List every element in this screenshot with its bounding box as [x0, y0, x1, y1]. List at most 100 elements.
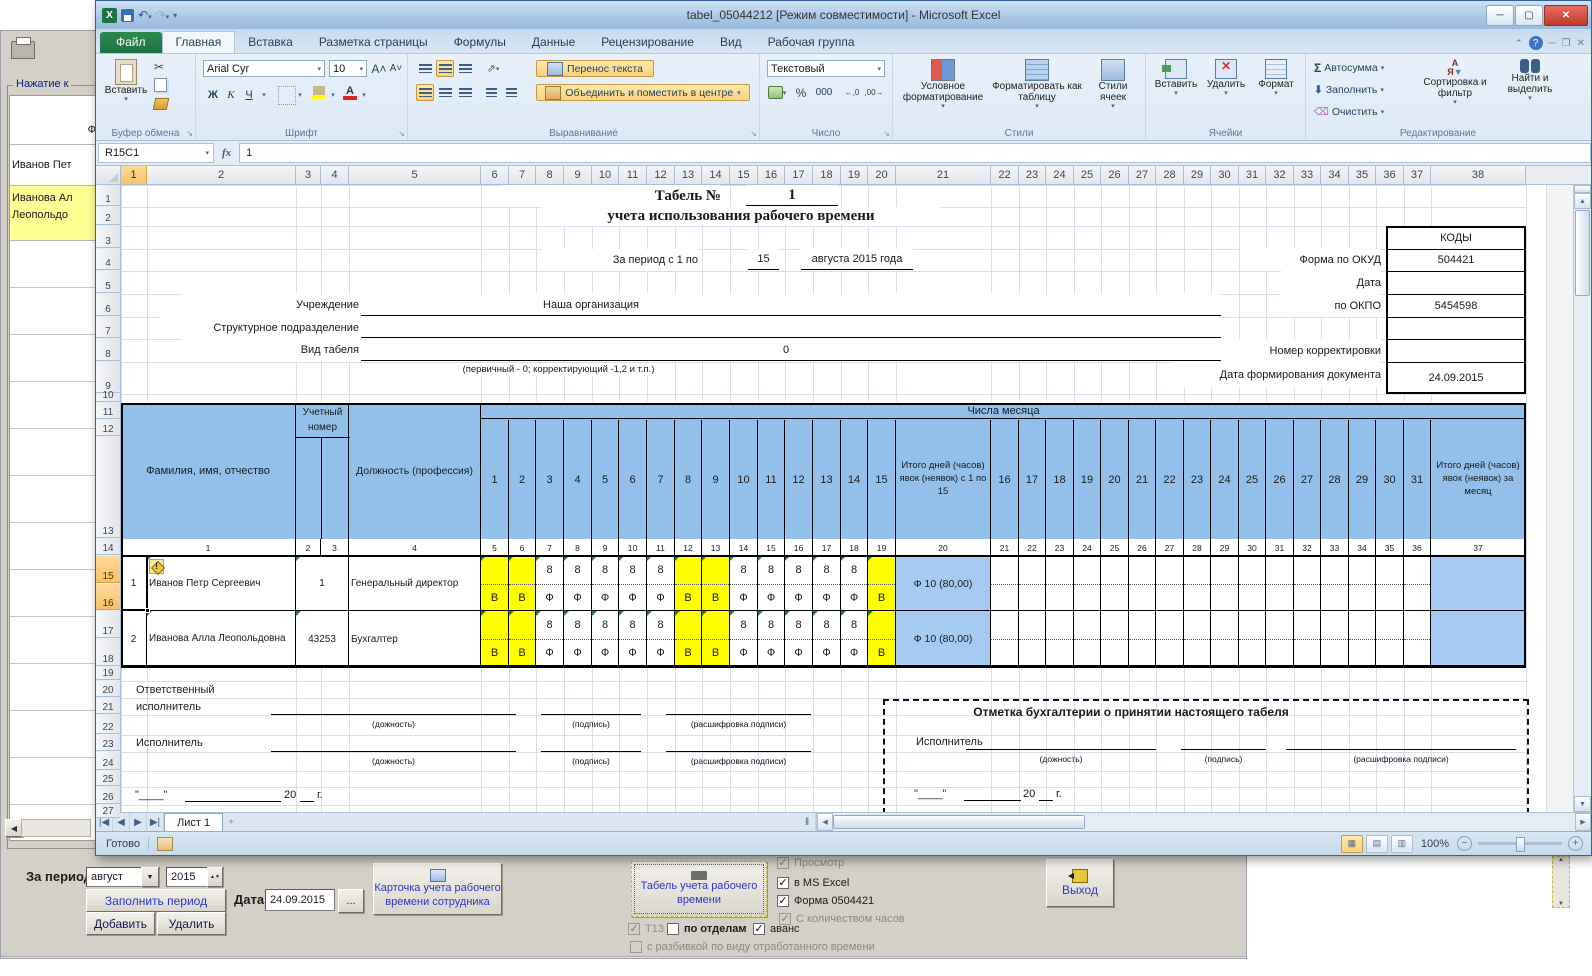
next-sheet-icon[interactable]: ▶ — [130, 813, 147, 831]
day-cell-15[interactable]: В — [868, 556, 896, 611]
column-header-7[interactable]: 7 — [509, 166, 536, 184]
font-color-dropdown[interactable]: ▾ — [360, 86, 368, 103]
header-day-26[interactable]: 26 — [1266, 420, 1294, 539]
font-family-combo[interactable]: Arial Cyr▾ — [203, 60, 325, 77]
column-header-2[interactable]: 2 — [147, 166, 296, 184]
align-top-icon[interactable] — [416, 60, 434, 77]
day-cell-empty[interactable] — [991, 556, 1019, 611]
column-header-26[interactable]: 26 — [1101, 166, 1129, 184]
num-day[interactable]: 34 — [1349, 539, 1376, 556]
header-day-1[interactable]: 1 — [481, 420, 509, 539]
column-header-38[interactable]: 38 — [1431, 166, 1526, 184]
accounting-exec-label[interactable]: Исполнитель — [916, 734, 1036, 749]
row-header-4[interactable]: 4 — [96, 249, 120, 270]
checkbox-avans[interactable]: ✓аванс — [753, 923, 800, 935]
header-day-28[interactable]: 28 — [1321, 420, 1349, 539]
day-cell-14[interactable]: 8Ф — [841, 556, 868, 611]
day-cell-empty[interactable] — [1184, 611, 1211, 667]
column-header-25[interactable]: 25 — [1074, 166, 1101, 184]
column-header-17[interactable]: 17 — [785, 166, 813, 184]
merge-center-button[interactable]: Объединить и поместить в центре▾ — [536, 84, 750, 101]
horizontal-scrollbar[interactable]: ◀ ▶ — [816, 813, 1591, 831]
date-field[interactable]: 24.09.2015 — [265, 889, 335, 911]
borders-icon[interactable] — [278, 86, 296, 105]
num-day[interactable]: 14 — [730, 539, 758, 556]
sig-dolzh-label[interactable]: (дожность) — [966, 752, 1156, 765]
day-cell-3[interactable]: 8Ф — [536, 611, 564, 667]
header-day-24[interactable]: 24 — [1211, 420, 1239, 539]
employee-name[interactable]: Иванов Петр Сергеевич — [147, 556, 296, 611]
tab-Рецензирование[interactable]: Рецензирование — [588, 32, 707, 53]
num-day[interactable]: 17 — [813, 539, 841, 556]
tab-Рабочая группа[interactable]: Рабочая группа — [755, 32, 868, 53]
column-header-34[interactable]: 34 — [1321, 166, 1349, 184]
num-day[interactable]: 24 — [1074, 539, 1101, 556]
day-cell-empty[interactable] — [1321, 556, 1349, 611]
zoom-slider[interactable] — [1478, 842, 1562, 845]
row-header-3[interactable]: 3 — [96, 226, 120, 248]
cell-styles-button[interactable]: Стили ячеек▾ — [1087, 59, 1139, 111]
codes-date-label[interactable]: Дата — [1281, 271, 1381, 294]
wrap-text-button[interactable]: Перенос текста — [536, 60, 654, 77]
employee-total1[interactable]: Ф 10 (80,00) — [896, 556, 991, 611]
year-spinner[interactable]: 2015▲▼ — [166, 867, 224, 887]
delete-cells-button[interactable]: ✕ Удалить▾ — [1202, 59, 1250, 98]
period-label[interactable]: За период с 1 по — [541, 249, 698, 271]
formula-input[interactable]: 1 — [239, 143, 1591, 163]
row-header-11[interactable]: 11 — [96, 403, 120, 419]
column-header-5[interactable]: 5 — [349, 166, 481, 184]
day-cell-empty[interactable] — [1239, 556, 1266, 611]
redo-icon[interactable]: ↷▾ — [156, 8, 170, 22]
num-day[interactable]: 29 — [1211, 539, 1239, 556]
page-break-view-icon[interactable]: ▥ — [1391, 835, 1413, 853]
day-cell-2[interactable]: В — [509, 611, 536, 667]
vscroll-split-handle[interactable] — [1574, 185, 1591, 193]
qat-customize-icon[interactable]: ▾ — [173, 11, 177, 20]
day-cell-3[interactable]: 8Ф — [536, 556, 564, 611]
decrease-indent-icon[interactable] — [482, 84, 500, 101]
column-header-8[interactable]: 8 — [536, 166, 564, 184]
column-header-37[interactable]: 37 — [1404, 166, 1431, 184]
help-icon[interactable]: ? — [1529, 36, 1543, 50]
month-select[interactable]: август▼ — [86, 867, 160, 887]
date-line-quotes[interactable]: "____" — [914, 786, 962, 801]
date-line-g[interactable]: г. — [1056, 786, 1070, 801]
number-dialog-launcher[interactable]: ↘ — [883, 129, 890, 138]
accounting-format-icon[interactable]: ▾ — [767, 84, 787, 101]
header-day-29[interactable]: 29 — [1349, 420, 1376, 539]
header-banner[interactable]: Числа месяца — [481, 403, 1526, 419]
num-day[interactable]: 7 — [536, 539, 564, 556]
row-header-20[interactable]: 20 — [96, 681, 120, 697]
header-day-19[interactable]: 19 — [1074, 420, 1101, 539]
clear-button[interactable]: ⌫Очистить▾ — [1314, 103, 1410, 120]
day-cell-12[interactable]: 8Ф — [785, 556, 813, 611]
day-cell-empty[interactable] — [1349, 611, 1376, 667]
num-day[interactable]: 15 — [758, 539, 785, 556]
autosum-button[interactable]: ΣАвтосумма▾ — [1314, 59, 1410, 76]
row-header-10[interactable]: 10 — [96, 394, 120, 402]
date-more-button[interactable]: ... — [338, 889, 364, 913]
header-fio[interactable]: Фамилия, имя, отчество — [121, 403, 296, 539]
column-header-23[interactable]: 23 — [1019, 166, 1046, 184]
day-cell-5[interactable]: 8Ф — [592, 556, 619, 611]
day-cell-empty[interactable] — [1266, 611, 1294, 667]
day-cell-1[interactable]: В — [481, 611, 509, 667]
employee-dolzh[interactable]: Бухгалтер — [349, 611, 481, 667]
num-day[interactable]: 18 — [841, 539, 868, 556]
day-cell-14[interactable]: 8Ф — [841, 611, 868, 667]
employee-num[interactable]: 1 — [121, 556, 147, 611]
row-header-16[interactable]: 16 — [96, 584, 120, 610]
period-month[interactable]: августа 2015 года — [801, 249, 913, 270]
num-day[interactable]: 23 — [1046, 539, 1074, 556]
exit-button[interactable]: Выход — [1046, 859, 1114, 907]
header-day-9[interactable]: 9 — [702, 420, 730, 539]
day-cell-5[interactable]: 8Ф — [592, 611, 619, 667]
header-day-11[interactable]: 11 — [758, 420, 785, 539]
column-header-4[interactable]: 4 — [321, 166, 349, 184]
resp-label-1[interactable]: Ответственный — [136, 682, 256, 697]
okud-value[interactable]: 504421 — [1386, 249, 1526, 271]
day-cell-empty[interactable] — [1019, 611, 1046, 667]
num-dolzh[interactable]: 4 — [349, 539, 481, 556]
num-day[interactable]: 26 — [1129, 539, 1156, 556]
align-middle-icon[interactable] — [436, 60, 454, 77]
